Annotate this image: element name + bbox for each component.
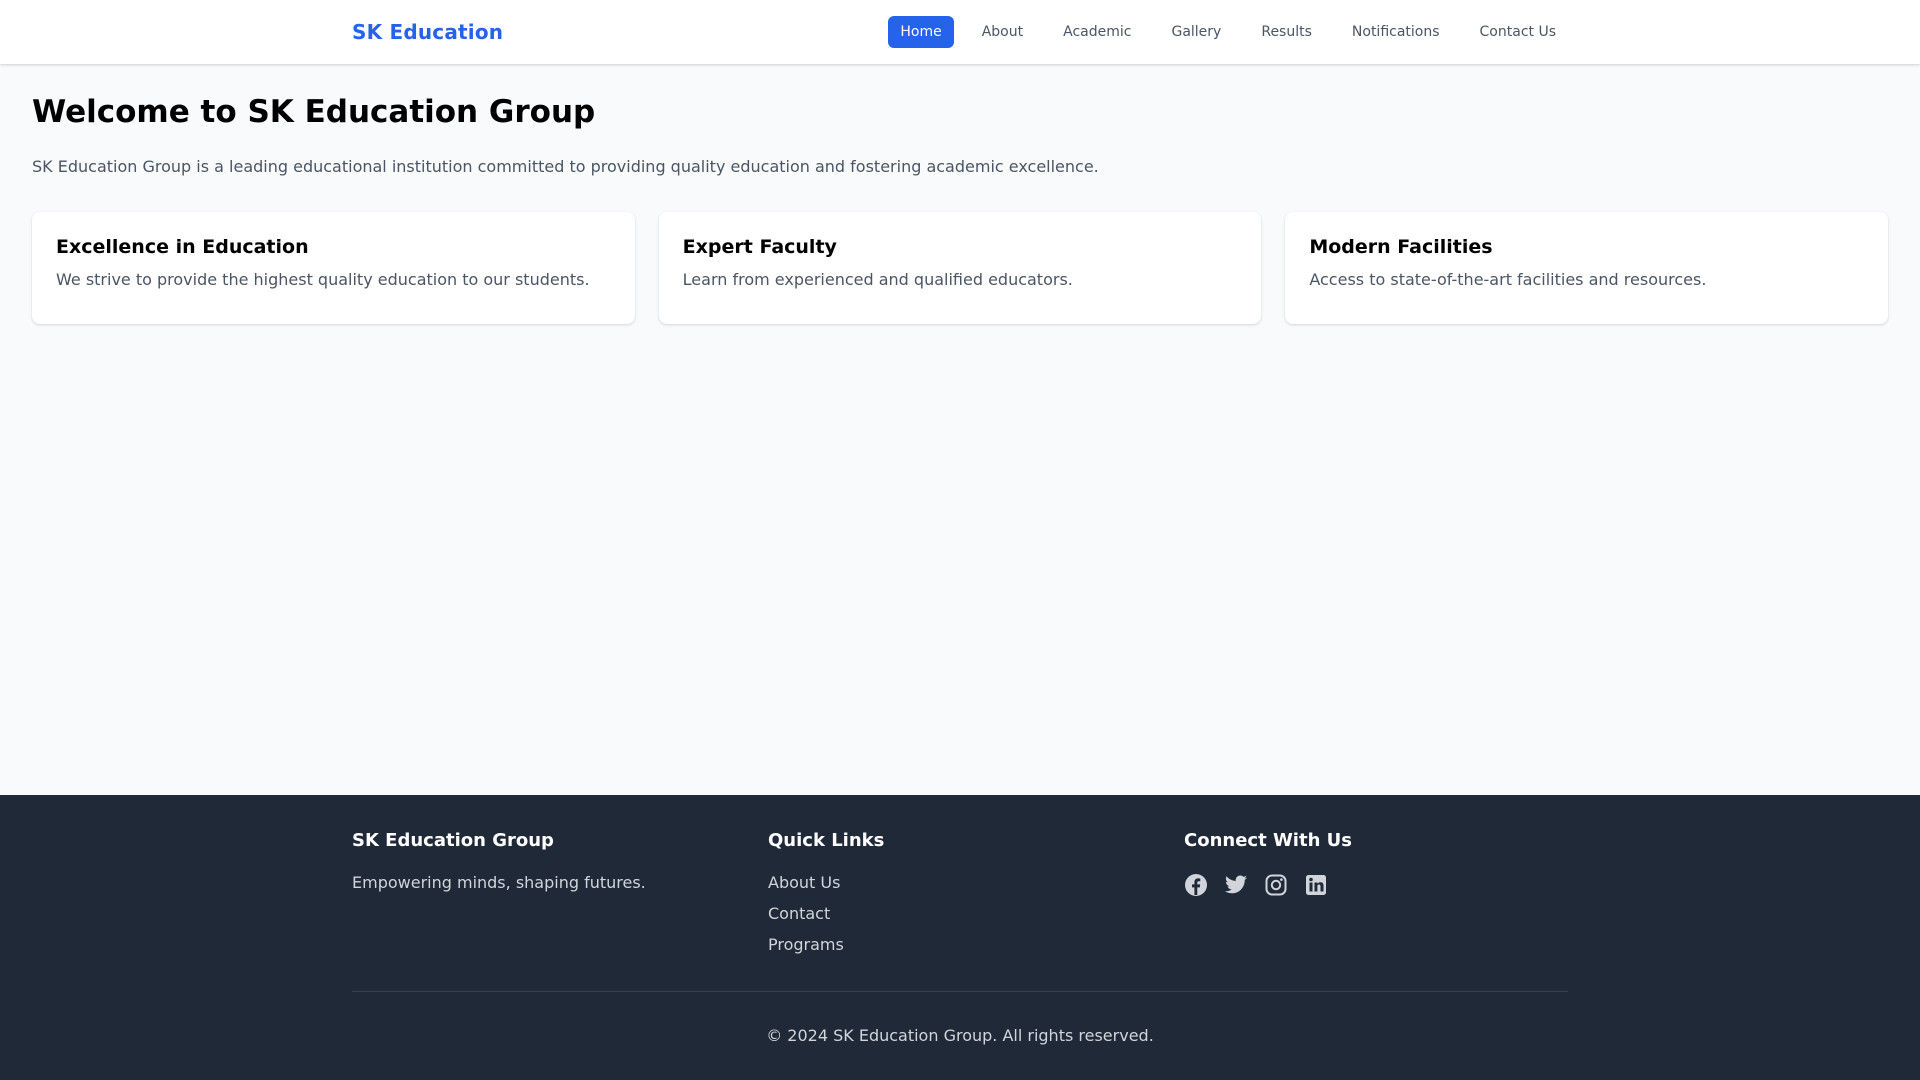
- nav-results[interactable]: Results: [1249, 16, 1324, 48]
- card-title: Excellence in Education: [56, 236, 309, 258]
- copyright-text: © 2024 SK Education Group. All rights re…: [766, 1026, 1154, 1045]
- nav-academic[interactable]: Academic: [1051, 16, 1143, 48]
- page-title: Welcome to SK Education Group: [32, 94, 596, 130]
- navbar: SK Education Home About Academic Gallery…: [0, 0, 1920, 64]
- card-text: Learn from experienced and qualified edu…: [682, 270, 1073, 289]
- social-links: [1184, 873, 1352, 897]
- facebook-icon[interactable]: [1184, 873, 1208, 897]
- instagram-icon[interactable]: [1264, 873, 1288, 897]
- footer-connect-title: Connect With Us: [1184, 830, 1352, 851]
- feature-card-excellence: Excellence in Education We strive to pro…: [32, 212, 635, 324]
- quick-links-list: About Us Contact Programs: [768, 873, 884, 954]
- footer-quick-links: Quick Links About Us Contact Programs: [768, 830, 884, 966]
- linkedin-icon[interactable]: [1304, 873, 1328, 897]
- brand-logo[interactable]: SK Education: [352, 20, 503, 44]
- footer-about: SK Education Group Empowering minds, sha…: [352, 830, 646, 892]
- feature-card-facilities: Modern Facilities Access to state-of-the…: [1285, 212, 1889, 324]
- footer-links-title: Quick Links: [768, 830, 885, 851]
- navbar-inner: SK Education Home About Academic Gallery…: [352, 0, 1568, 64]
- card-title: Modern Facilities: [1309, 236, 1493, 258]
- footer-connect: Connect With Us: [1184, 830, 1352, 897]
- nav-links: Home About Academic Gallery Results Noti…: [888, 16, 1568, 48]
- footer-tagline: Empowering minds, shaping futures.: [352, 873, 646, 892]
- twitter-icon[interactable]: [1224, 873, 1248, 897]
- nav-about[interactable]: About: [970, 16, 1035, 48]
- footer-inner: SK Education Group Empowering minds, sha…: [352, 795, 1568, 1080]
- card-text: We strive to provide the highest quality…: [56, 270, 590, 289]
- nav-contact-us[interactable]: Contact Us: [1468, 16, 1568, 48]
- footer-divider: [352, 991, 1568, 992]
- card-title: Expert Faculty: [682, 236, 837, 258]
- nav-gallery[interactable]: Gallery: [1159, 16, 1233, 48]
- intro-text: SK Education Group is a leading educatio…: [32, 157, 1099, 176]
- footer-about-title: SK Education Group: [352, 830, 554, 851]
- footer-link-programs[interactable]: Programs: [768, 935, 884, 954]
- card-text: Access to state-of-the-art facilities an…: [1309, 270, 1707, 289]
- nav-notifications[interactable]: Notifications: [1340, 16, 1452, 48]
- nav-home[interactable]: Home: [888, 16, 954, 48]
- feature-card-faculty: Expert Faculty Learn from experienced an…: [658, 212, 1262, 324]
- footer-link-contact[interactable]: Contact: [768, 904, 884, 923]
- footer-link-about-us[interactable]: About Us: [768, 873, 884, 892]
- feature-cards: Excellence in Education We strive to pro…: [32, 212, 1889, 324]
- footer: SK Education Group Empowering minds, sha…: [0, 795, 1920, 1080]
